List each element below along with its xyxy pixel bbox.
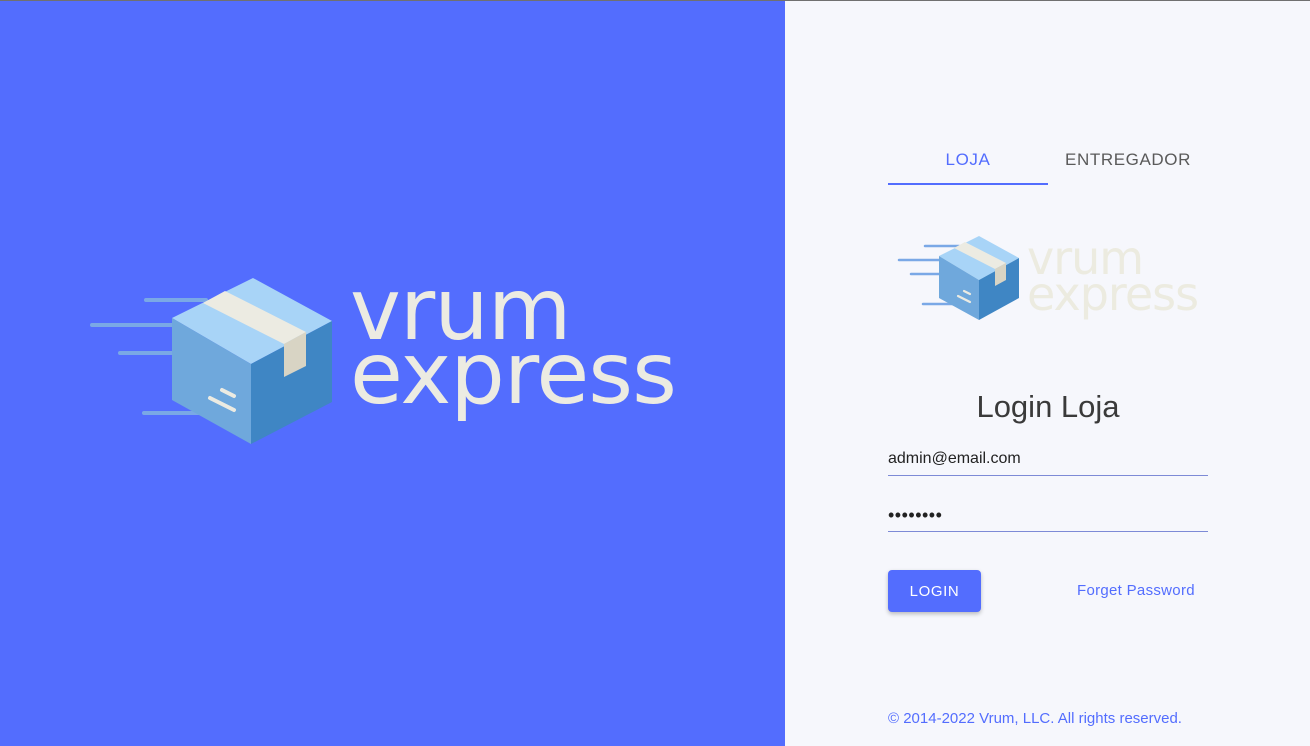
tab-entregador[interactable]: ENTREGADOR (1048, 141, 1208, 183)
brand-logo-large: vrum express (88, 260, 708, 451)
page-title: Login Loja (976, 389, 1120, 424)
shipping-box-icon (90, 278, 332, 444)
brand-logo-small: vrum express (897, 231, 1207, 324)
password-field-wrapper (888, 501, 1208, 532)
login-button[interactable]: LOGIN (888, 570, 981, 612)
copyright-footer: © 2014-2022 Vrum, LLC. All rights reserv… (888, 710, 1182, 727)
brand-logo-text-line2: express (350, 324, 677, 424)
brand-panel: vrum express (0, 1, 785, 746)
tab-loja[interactable]: LOJA (888, 141, 1048, 185)
login-type-tabs: LOJA ENTREGADOR (888, 141, 1208, 185)
login-panel: LOJA ENTREGADOR vrum express Login Loja (785, 1, 1310, 746)
email-field[interactable] (888, 445, 1208, 473)
forget-password-link[interactable]: Forget Password (1077, 582, 1195, 599)
shipping-box-icon (897, 236, 1019, 320)
password-field[interactable] (888, 501, 1208, 529)
brand-logo-text-line2: express (1027, 267, 1199, 321)
email-field-wrapper (888, 445, 1208, 476)
